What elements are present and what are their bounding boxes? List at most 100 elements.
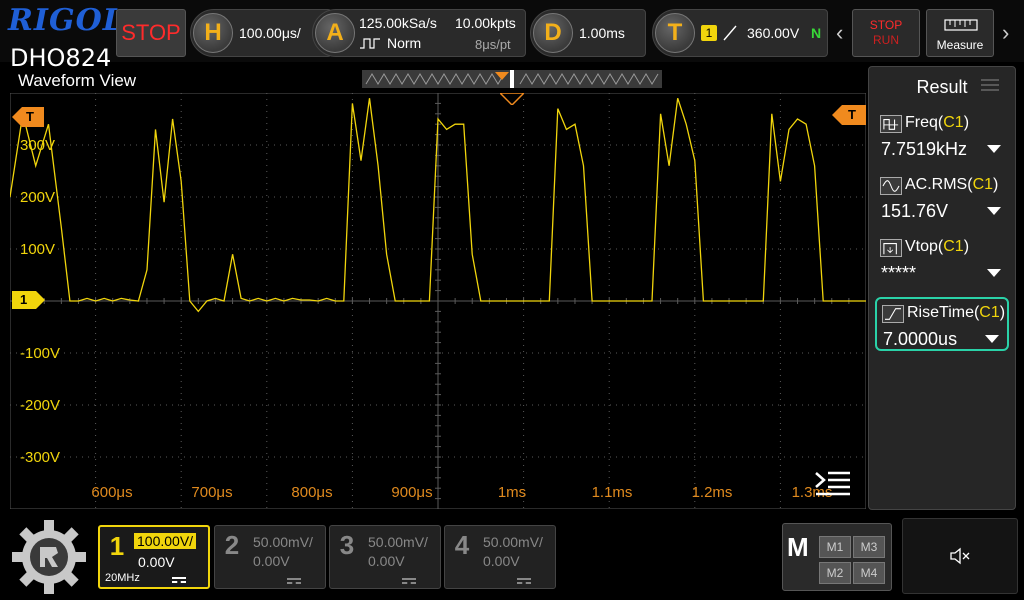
measurement-risetime-label: RiseTime bbox=[907, 304, 974, 321]
chevron-down-icon[interactable] bbox=[987, 269, 1001, 277]
dc-coupling-icon bbox=[287, 578, 301, 584]
measurement-risetime[interactable]: RiseTime(C1) 7.0000us bbox=[875, 297, 1009, 351]
measurement-freq-source: C1 bbox=[943, 114, 964, 131]
timebase-value: 100.00μs/ bbox=[239, 25, 301, 41]
x-tick-label: 1.2ms bbox=[691, 484, 733, 501]
measurement-vtop-source: C1 bbox=[943, 238, 964, 255]
measurement-freq-value: 7.7519kHz bbox=[881, 139, 968, 159]
view-title: Waveform View bbox=[18, 71, 137, 90]
delay-control[interactable]: D 1.00ms bbox=[530, 9, 646, 57]
channel-3-scale: 50.00mV/ bbox=[368, 534, 428, 550]
trigger-position-marker[interactable] bbox=[500, 93, 524, 105]
measurement-vtop[interactable]: Vtop(C1) ***** bbox=[875, 233, 1009, 287]
run-stop-button[interactable]: STOP RUN bbox=[852, 9, 920, 57]
rising-edge-icon bbox=[723, 25, 737, 41]
sample-rate: 125.00kSa/s bbox=[359, 15, 437, 31]
memory-timeline[interactable] bbox=[362, 70, 662, 88]
measurement-vtop-label: Vtop bbox=[905, 238, 938, 255]
trigger-source-badge: 1 bbox=[701, 25, 717, 41]
channel-4-number: 4 bbox=[454, 530, 470, 560]
acrms-icon bbox=[880, 177, 902, 195]
logo: RIGOL bbox=[8, 6, 125, 36]
math-m1-button[interactable]: M1 bbox=[819, 536, 851, 558]
result-menu-icon[interactable] bbox=[981, 79, 999, 91]
timeline-overview bbox=[365, 70, 659, 88]
horizontal-control[interactable]: H 100.00μs/ bbox=[190, 9, 332, 57]
y-tick-label: -100V bbox=[20, 345, 61, 362]
chevron-down-icon[interactable] bbox=[987, 207, 1001, 215]
channel-1-scale: 100.00V/ bbox=[134, 533, 197, 549]
trigger-level-marker-right[interactable]: T bbox=[832, 105, 866, 125]
chevron-down-icon[interactable] bbox=[985, 335, 999, 343]
acquisition-status-badge[interactable]: STOP bbox=[116, 9, 186, 57]
y-tick-label: 100V bbox=[20, 241, 56, 258]
risetime-icon bbox=[882, 305, 904, 323]
y-tick-label: 200V bbox=[20, 189, 56, 206]
y-tick-label: 300V bbox=[20, 137, 56, 154]
channel-1-bandwidth: 20MHz bbox=[105, 572, 140, 584]
acquire-mode: Norm bbox=[387, 35, 422, 51]
run-stop-stop-label: STOP bbox=[869, 18, 903, 32]
run-stop-run-label: RUN bbox=[873, 33, 899, 47]
delay-icon: D bbox=[533, 13, 573, 53]
mute-button[interactable] bbox=[902, 518, 1018, 594]
measurement-freq[interactable]: Freq(C1) 7.7519kHz bbox=[875, 109, 1009, 163]
acquire-control[interactable]: A 125.00kSa/s 10.00kpts Norm 8μs/pt bbox=[312, 9, 526, 57]
channel-1-number: 1 bbox=[109, 531, 125, 561]
measurement-acrms[interactable]: AC.RMS(C1) 151.76V bbox=[875, 171, 1009, 225]
measurement-risetime-source: C1 bbox=[979, 304, 1000, 321]
dc-coupling-icon bbox=[402, 578, 416, 584]
channel-2-scale: 50.00mV/ bbox=[253, 534, 313, 550]
chevron-left-icon[interactable]: ‹ bbox=[836, 22, 843, 44]
menu-expand-icon[interactable] bbox=[814, 470, 852, 496]
channel1-marker-label: 1 bbox=[20, 292, 28, 307]
dc-coupling-icon bbox=[172, 577, 186, 583]
channel-4-offset: 0.00V bbox=[483, 553, 520, 569]
speaker-mute-icon bbox=[950, 547, 970, 565]
measurement-vtop-value: ***** bbox=[881, 263, 917, 283]
math-m2-button[interactable]: M2 bbox=[819, 562, 851, 584]
measurement-freq-label: Freq bbox=[905, 114, 938, 131]
trigger-level-marker-left-label: T bbox=[26, 109, 34, 124]
channel-4-button[interactable]: 4 50.00mV/ 0.00V bbox=[444, 525, 556, 589]
y-tick-label: -300V bbox=[20, 449, 61, 466]
acquire-mode-icon bbox=[360, 38, 380, 49]
measurement-freq-name: Freq(C1) bbox=[905, 114, 970, 131]
waveform-grid bbox=[9, 92, 867, 510]
vtop-icon bbox=[880, 239, 902, 257]
channel-2-button[interactable]: 2 50.00mV/ 0.00V bbox=[214, 525, 326, 589]
channel-1-offset: 0.00V bbox=[138, 554, 175, 570]
x-tick-label: 900μs bbox=[391, 484, 433, 501]
channel-3-button[interactable]: 3 50.00mV/ 0.00V bbox=[329, 525, 441, 589]
trigger-icon: T bbox=[655, 13, 695, 53]
x-tick-label: 1.1ms bbox=[591, 484, 633, 501]
measure-button-label: Measure bbox=[936, 38, 984, 52]
chevron-down-icon[interactable] bbox=[987, 145, 1001, 153]
channel-3-offset: 0.00V bbox=[368, 553, 405, 569]
measurement-acrms-name: AC.RMS(C1) bbox=[905, 176, 999, 193]
channel-1-button[interactable]: 1 100.00V/ 0.00V 20MHz bbox=[98, 525, 210, 589]
x-tick-label: 800μs bbox=[291, 484, 333, 501]
math-m4-button[interactable]: M4 bbox=[853, 562, 885, 584]
measurement-risetime-value: 7.0000us bbox=[883, 329, 958, 349]
trigger-sweep: N bbox=[811, 25, 822, 41]
delay-value: 1.00ms bbox=[579, 25, 625, 41]
channel1-marker[interactable]: 1 bbox=[12, 291, 46, 309]
math-panel[interactable]: M M1 M3 M2 M4 bbox=[782, 523, 892, 591]
waveform-plot[interactable] bbox=[9, 92, 867, 510]
trigger-control[interactable]: T 1 360.00V N bbox=[652, 9, 828, 57]
result-panel: Result Freq(C1) 7.7519kHz AC.RMS(C1) 151… bbox=[868, 66, 1016, 510]
chevron-right-icon[interactable]: › bbox=[1002, 22, 1009, 44]
measure-button[interactable]: Measure bbox=[926, 9, 994, 57]
trigger-level-marker-left[interactable]: T bbox=[12, 107, 44, 127]
home-gear-icon[interactable] bbox=[10, 518, 88, 596]
math-m3-button[interactable]: M3 bbox=[853, 536, 885, 558]
x-tick-label: 600μs bbox=[91, 484, 133, 501]
model-name: DHO824 bbox=[10, 44, 112, 72]
dc-coupling-icon bbox=[517, 578, 531, 584]
channel-2-offset: 0.00V bbox=[253, 553, 290, 569]
time-per-point: 8μs/pt bbox=[475, 37, 511, 52]
math-label: M bbox=[787, 532, 809, 562]
measurement-acrms-label: AC.RMS bbox=[905, 176, 968, 193]
memory-depth: 10.00kpts bbox=[455, 15, 516, 31]
